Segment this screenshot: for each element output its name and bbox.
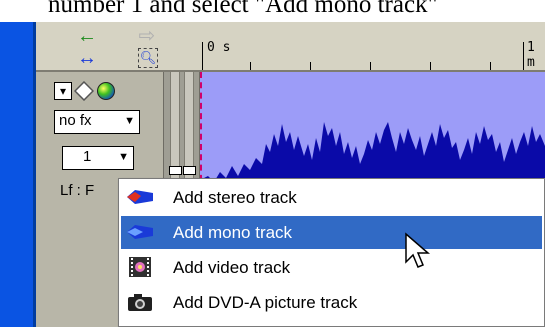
ruler-label-start: 0 s [207,40,231,55]
meter-clip-indicator [183,166,196,175]
ruler-tick [490,62,491,70]
menu-item-add-video-track[interactable]: Add video track [121,251,542,284]
ruler-tick [430,62,431,70]
fx-dropdown-label: no fx [59,112,92,129]
video-film-icon [129,257,151,277]
track-number-dropdown[interactable]: 1 ▼ [62,146,134,170]
menu-item-add-dvda-picture-track[interactable]: Add DVD-A picture track [121,286,542,319]
chevron-down-icon: ▼ [124,115,135,127]
meter-clip-indicator [169,166,182,175]
menu-item-label: Add stereo track [173,188,297,207]
ruler-tick [523,42,524,70]
time-ruler: 0 s 1 m [200,22,545,72]
menu-item-label: Add DVD-A picture track [173,293,358,312]
ruler-tick [370,62,371,70]
window-left-border [0,22,36,327]
ruler-tick [250,62,251,70]
track-color-ball-icon[interactable] [96,81,116,101]
stereo-waveform-icon [127,190,153,204]
back-arrow-icon[interactable]: ← [74,26,100,46]
ruler-label-minute: 1 m [527,40,535,70]
mouse-pointer-icon [405,232,431,268]
track-menu-arrow-icon[interactable]: ▾ [54,82,72,100]
ruler-tick [202,42,203,70]
menu-item-label: Add mono track [173,223,293,242]
mono-waveform-icon [127,225,153,239]
horizontal-resize-icon[interactable]: ↔ [74,48,100,68]
menu-item-label: Add video track [173,258,291,277]
diamond-icon[interactable] [74,81,94,101]
chevron-down-icon: ▼ [118,151,129,163]
fx-dropdown[interactable]: no fx ▼ [54,110,140,134]
menu-item-add-mono-track[interactable]: Add mono track [121,216,542,249]
instruction-caption: number 1 and select "Add mono track" [48,0,438,18]
waveform-shape [200,122,545,192]
track-toolbar: ← ⇨ ↔ 🔍︎ [36,22,200,72]
forward-arrow-icon[interactable]: ⇨ [134,26,160,46]
track-number-label: 1 [83,148,92,165]
camera-icon [128,294,152,311]
audio-editor-window: ← ⇨ ↔ 🔍︎ 0 s 1 m ▾ no fx ▼ 1 ▼ Lf: F Ad… [0,22,545,327]
add-track-context-menu: Add stereo track Add mono track Add vide… [118,178,545,327]
zoom-icon[interactable]: 🔍︎ [138,48,158,68]
ruler-tick [310,62,311,70]
lf-label: Lf : F [60,182,95,199]
menu-item-add-stereo-track[interactable]: Add stereo track [121,181,542,214]
